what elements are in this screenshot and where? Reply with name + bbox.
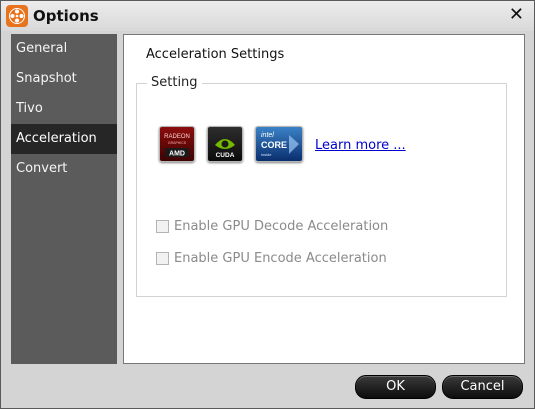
sidebar-item-acceleration[interactable]: Acceleration — [11, 124, 117, 154]
amd-radeon-logo-icon: RADEON GRAPHICS AMD — [159, 126, 195, 162]
window-title: Options — [33, 7, 99, 25]
intel-logo-line1: intel — [261, 132, 274, 139]
gpu-encode-option[interactable]: Enable GPU Encode Acceleration — [156, 251, 387, 266]
gpu-decode-checkbox[interactable] — [156, 220, 169, 233]
amd-logo-line1: RADEON — [164, 134, 190, 140]
intel-logo-line3: inside — [261, 152, 272, 157]
section-title: Acceleration Settings — [146, 47, 285, 62]
sidebar-item-tivo[interactable]: Tivo — [11, 94, 117, 124]
intel-core-logo-icon: intel CORE inside — [255, 126, 303, 162]
learn-more-link[interactable]: Learn more ... — [315, 138, 406, 153]
gpu-decode-label: Enable GPU Decode Acceleration — [174, 219, 389, 234]
cuda-logo-text: CUDA — [216, 152, 235, 159]
close-icon[interactable]: ✕ — [509, 5, 524, 25]
cancel-button[interactable]: Cancel — [442, 375, 523, 399]
settings-panel: Acceleration Settings Setting RADEON GRA… — [123, 34, 525, 364]
group-legend: Setting — [147, 75, 202, 90]
options-dialog: Options ✕ General Snapshot Tivo Accelera… — [0, 0, 535, 409]
nvidia-cuda-logo-icon: CUDA — [207, 126, 243, 162]
gpu-decode-option[interactable]: Enable GPU Decode Acceleration — [156, 219, 388, 234]
sidebar-item-convert[interactable]: Convert — [11, 154, 117, 184]
sidebar-item-snapshot[interactable]: Snapshot — [11, 64, 117, 94]
app-logo-icon — [6, 5, 28, 27]
gpu-encode-label: Enable GPU Encode Acceleration — [174, 251, 387, 266]
intel-logo-line2: CORE — [261, 140, 287, 150]
sidebar-item-general[interactable]: General — [11, 34, 117, 64]
gpu-encode-checkbox[interactable] — [156, 252, 169, 265]
amd-logo-line2: GRAPHICS — [168, 141, 187, 145]
setting-group: Setting RADEON GRAPHICS AMD CUDA intel C… — [136, 75, 507, 297]
ok-button[interactable]: OK — [355, 375, 436, 399]
title-bar: Options ✕ — [1, 1, 534, 31]
sidebar: General Snapshot Tivo Acceleration Conve… — [11, 34, 117, 364]
amd-logo-line3: AMD — [169, 151, 185, 158]
